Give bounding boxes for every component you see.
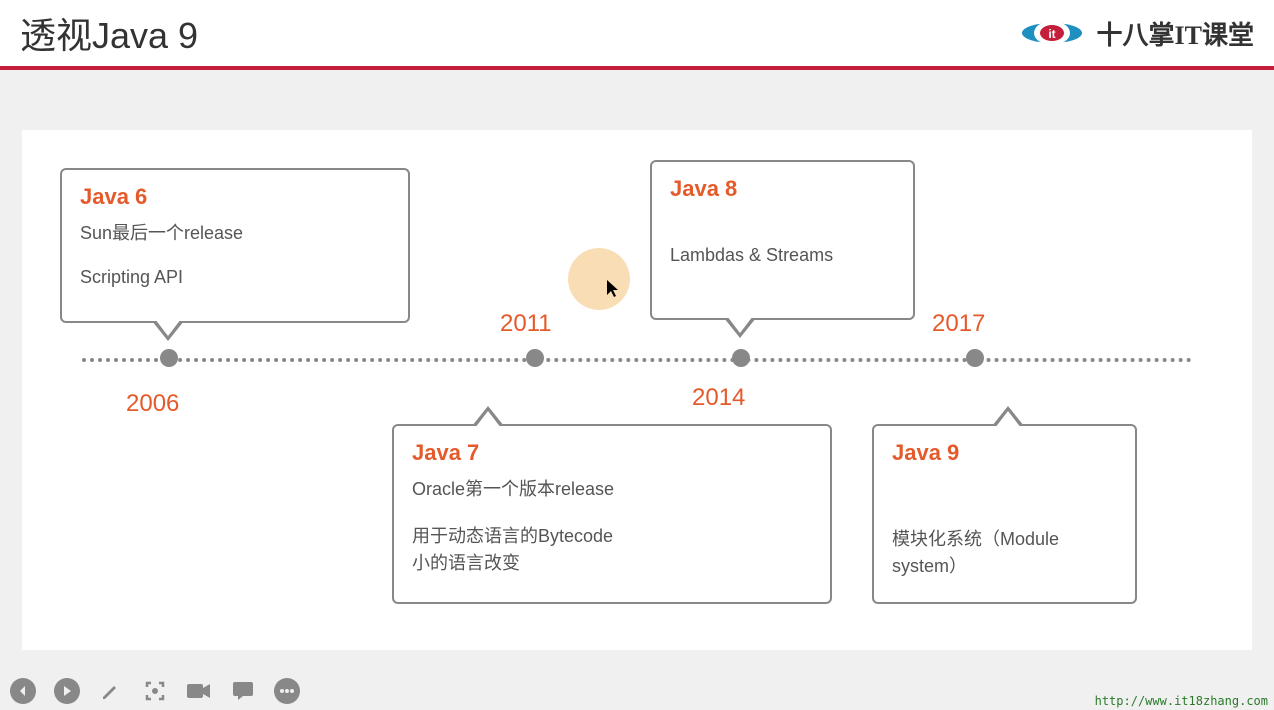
card-java8-title: Java 8 [670, 176, 895, 202]
card-java7-line3: 小的语言改变 [412, 550, 812, 577]
card-java6-line1: Sun最后一个release [80, 220, 390, 247]
brand: it 十八掌IT课堂 [1017, 13, 1254, 53]
card-java7-title: Java 7 [412, 440, 812, 466]
year-2011: 2011 [500, 310, 552, 338]
timeline-axis [82, 358, 1192, 362]
comment-icon[interactable] [230, 678, 256, 704]
card-java6-line2: Scripting API [80, 267, 390, 288]
brand-logo-icon: it [1017, 13, 1087, 53]
year-2017: 2017 [932, 310, 985, 338]
timeline-node-2011 [526, 349, 544, 367]
year-2014: 2014 [692, 384, 745, 412]
focus-icon[interactable] [142, 678, 168, 704]
pointer-java7 [472, 406, 504, 426]
header: 透视Java 9 it 十八掌IT课堂 [0, 0, 1274, 70]
camera-icon[interactable] [186, 678, 212, 704]
timeline-node-2014 [732, 349, 750, 367]
card-java9-line1: 模块化系统（Module system） [892, 526, 1117, 580]
footer-url: http://www.it18zhang.com [1095, 694, 1268, 708]
timeline-node-2017 [966, 349, 984, 367]
cursor-icon [607, 280, 621, 303]
play-button[interactable] [54, 678, 80, 704]
pointer-java6 [152, 321, 184, 341]
card-java7-line2: 用于动态语言的Bytecode [412, 523, 812, 550]
card-java7-line1: Oracle第一个版本release [412, 476, 812, 503]
prev-button[interactable] [10, 678, 36, 704]
card-java7: Java 7 Oracle第一个版本release 用于动态语言的Bytecod… [392, 424, 832, 604]
pointer-java9 [992, 406, 1024, 426]
card-java9: Java 9 模块化系统（Module system） [872, 424, 1137, 604]
svg-text:it: it [1048, 27, 1055, 41]
toolbar [10, 678, 300, 704]
card-java9-title: Java 9 [892, 440, 1117, 466]
timeline-node-2006 [160, 349, 178, 367]
card-java8-line1: Lambdas & Streams [670, 242, 895, 269]
slide-content: 2006 2011 2014 2017 Java 6 Sun最后一个releas… [22, 130, 1252, 650]
pointer-java8 [724, 318, 756, 338]
year-2006: 2006 [126, 390, 179, 418]
pen-icon[interactable] [98, 678, 124, 704]
brand-text: 十八掌IT课堂 [1097, 15, 1254, 52]
card-java6: Java 6 Sun最后一个release Scripting API [60, 168, 410, 323]
card-java6-title: Java 6 [80, 184, 390, 210]
card-java8: Java 8 Lambdas & Streams [650, 160, 915, 320]
more-button[interactable] [274, 678, 300, 704]
page-title: 透视Java 9 [20, 7, 198, 59]
